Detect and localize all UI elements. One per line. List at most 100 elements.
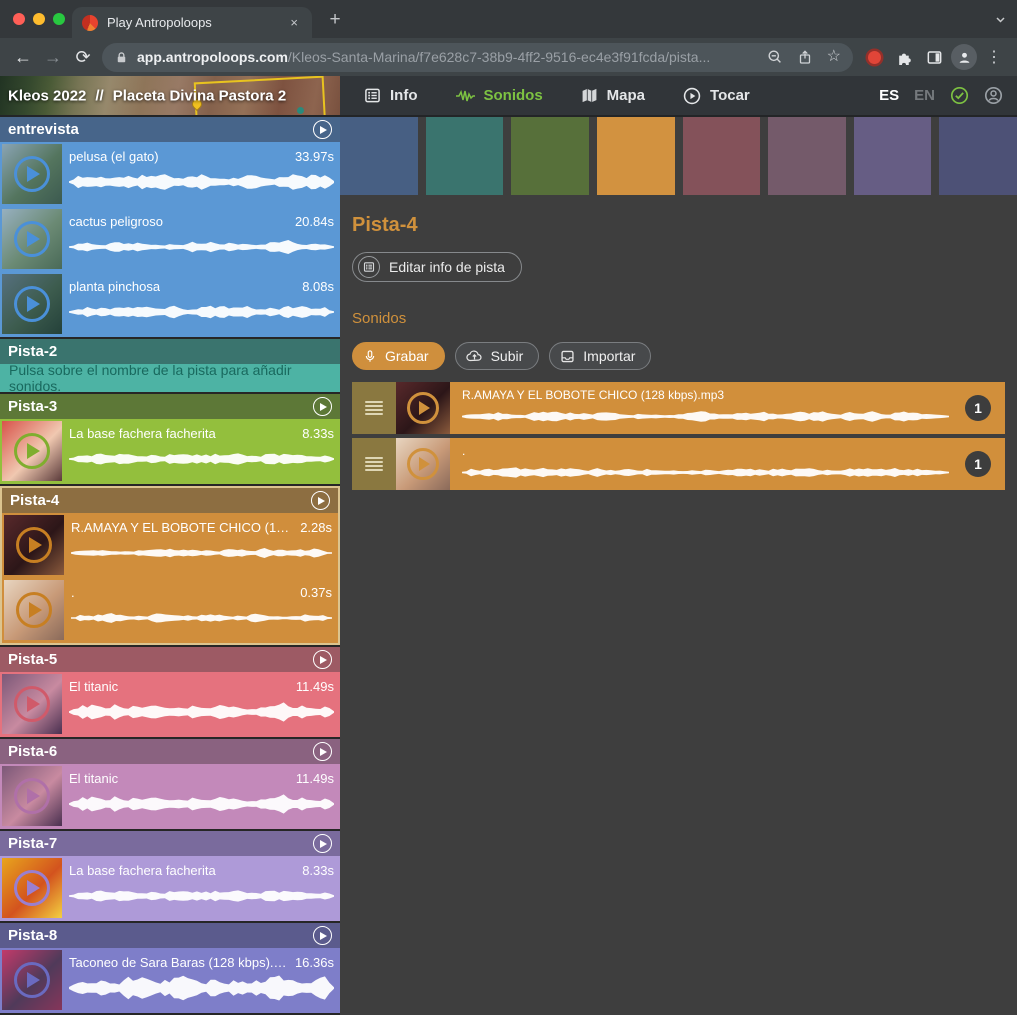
track-play-icon[interactable] — [313, 650, 332, 669]
zoom-window-button[interactable] — [53, 13, 65, 25]
audio-clip[interactable]: cactus peligroso 20.84s — [0, 207, 340, 272]
tab-sonidos[interactable]: Sonidos — [456, 87, 543, 104]
new-tab-button[interactable]: + — [322, 7, 348, 33]
clip-waveform — [71, 538, 332, 568]
audio-clip[interactable]: El titanic 11.49s — [0, 672, 340, 737]
track-body: pelusa (el gato) 33.97s cactus peligroso… — [0, 142, 340, 337]
profile-avatar[interactable] — [949, 42, 979, 72]
browser-tab[interactable]: Play Antropoloops × — [72, 7, 312, 38]
track-header[interactable]: Pista-5 — [0, 647, 340, 672]
clip-thumbnail — [2, 209, 62, 269]
track-play-icon[interactable] — [313, 397, 332, 416]
track-swatch-1[interactable] — [340, 117, 418, 195]
clip-thumbnail — [2, 858, 62, 918]
import-button[interactable]: Importar — [549, 342, 651, 370]
clip-play-icon[interactable] — [14, 962, 50, 998]
lang-es-toggle[interactable]: ES — [879, 87, 899, 104]
tab-tocar[interactable]: Tocar — [683, 87, 750, 105]
track-header[interactable]: Pista-2 — [0, 339, 340, 364]
clip-play-icon[interactable] — [14, 286, 50, 322]
track-swatch-3[interactable] — [511, 117, 589, 195]
sound-row[interactable]: R.AMAYA Y EL BOBOTE CHICO (128 kbps).mp3… — [352, 382, 1005, 434]
clip-duration: 11.49s — [296, 771, 334, 786]
sound-title: R.AMAYA Y EL BOBOTE CHICO (128 kbps).mp3 — [462, 388, 949, 402]
sound-play-icon[interactable] — [407, 392, 439, 424]
check-circle-icon[interactable] — [950, 86, 969, 105]
clip-thumbnail — [4, 515, 64, 575]
track-header[interactable]: Pista-7 — [0, 831, 340, 856]
extensions-puzzle-icon[interactable] — [889, 42, 919, 72]
lock-icon — [114, 50, 129, 65]
upload-button[interactable]: Subir — [455, 342, 540, 370]
forward-button[interactable]: → — [38, 42, 68, 72]
tab-search-chevron-icon[interactable] — [994, 13, 1007, 26]
clip-play-icon[interactable] — [16, 527, 52, 563]
track-header[interactable]: Pista-3 — [0, 394, 340, 419]
lang-en-toggle[interactable]: EN — [914, 87, 935, 104]
clip-duration: 16.36s — [295, 955, 334, 970]
clip-play-icon[interactable] — [14, 433, 50, 469]
sound-row[interactable]: . 1 — [352, 438, 1005, 490]
bookmark-star-icon[interactable]: ☆ — [827, 49, 841, 65]
audio-clip[interactable]: La base fachera facherita 8.33s — [0, 419, 340, 484]
track-body: Pulsa sobre el nombre de la pista para a… — [0, 364, 340, 392]
audio-clip[interactable]: Taconeo de Sara Baras (128 kbps).mp3 16.… — [0, 948, 340, 1013]
close-window-button[interactable] — [13, 13, 25, 25]
track-header[interactable]: Pista-6 — [0, 739, 340, 764]
track-play-icon[interactable] — [313, 120, 332, 139]
track-header[interactable]: Pista-4 — [2, 488, 338, 513]
track-name: Pista-5 — [8, 651, 57, 668]
browser-menu-icon[interactable]: ⋮ — [979, 42, 1009, 72]
url-host: app.antropoloops.com — [137, 49, 288, 65]
reload-button[interactable]: ⟳ — [68, 42, 98, 72]
audio-clip[interactable]: planta pinchosa 8.08s — [0, 272, 340, 337]
clip-play-icon[interactable] — [14, 156, 50, 192]
audio-clip[interactable]: El titanic 11.49s — [0, 764, 340, 829]
share-icon[interactable] — [797, 49, 813, 65]
track-swatch-8[interactable] — [939, 117, 1017, 195]
track-swatch-6[interactable] — [768, 117, 846, 195]
back-button[interactable]: ← — [8, 42, 38, 72]
sound-drag-handle[interactable] — [352, 438, 396, 490]
upload-button-label: Subir — [491, 348, 524, 364]
track-name: Pista-4 — [10, 492, 59, 509]
edit-track-info-button[interactable]: Editar info de pista — [352, 252, 522, 282]
clip-play-icon[interactable] — [14, 221, 50, 257]
clip-name: El titanic — [69, 679, 118, 694]
url-bar[interactable]: app.antropoloops.com/Kleos-Santa-Marina/… — [102, 43, 853, 72]
minimize-window-button[interactable] — [33, 13, 45, 25]
audio-clip[interactable]: pelusa (el gato) 33.97s — [0, 142, 340, 207]
track-swatch-5[interactable] — [683, 117, 761, 195]
audio-clip[interactable]: . 0.37s — [2, 578, 338, 643]
sound-play-icon[interactable] — [407, 448, 439, 480]
account-icon[interactable] — [984, 86, 1003, 105]
breadcrumb[interactable]: Kleos 2022 // Placeta Divina Pastora 2 — [0, 76, 340, 115]
track-play-icon[interactable] — [313, 926, 332, 945]
audio-clip[interactable]: La base fachera facherita 8.33s — [0, 856, 340, 921]
track-play-icon[interactable] — [313, 742, 332, 761]
track-header[interactable]: entrevista — [0, 117, 340, 142]
audio-clip[interactable]: R.AMAYA Y EL BOBOTE CHICO (128 kbps)....… — [2, 513, 338, 578]
tab-info[interactable]: Info — [364, 87, 418, 104]
track-swatch-7[interactable] — [854, 117, 932, 195]
browser-titlebar: Play Antropoloops × + — [0, 0, 1017, 38]
clip-play-icon[interactable] — [14, 870, 50, 906]
track-play-icon[interactable] — [313, 834, 332, 853]
sound-drag-handle[interactable] — [352, 382, 396, 434]
content: entrevista pelusa (el gato) 33.97s cactu… — [0, 117, 1017, 1015]
breadcrumb-project[interactable]: Kleos 2022 — [8, 87, 86, 104]
track-swatch-4[interactable] — [597, 117, 675, 195]
clip-play-icon[interactable] — [16, 592, 52, 628]
record-button[interactable]: Grabar — [352, 342, 445, 370]
track-header[interactable]: Pista-8 — [0, 923, 340, 948]
clip-play-icon[interactable] — [14, 778, 50, 814]
side-panel-icon[interactable] — [919, 42, 949, 72]
zoom-out-icon[interactable] — [767, 49, 783, 65]
clip-play-icon[interactable] — [14, 686, 50, 722]
record-extension-icon[interactable] — [859, 42, 889, 72]
tab-mapa[interactable]: Mapa — [581, 87, 645, 104]
tab-close-icon[interactable]: × — [286, 13, 302, 32]
sidebar-track-pista-3: Pista-3 La base fachera facherita 8.33s — [0, 394, 340, 484]
track-play-icon[interactable] — [311, 491, 330, 510]
track-swatch-2[interactable] — [426, 117, 504, 195]
